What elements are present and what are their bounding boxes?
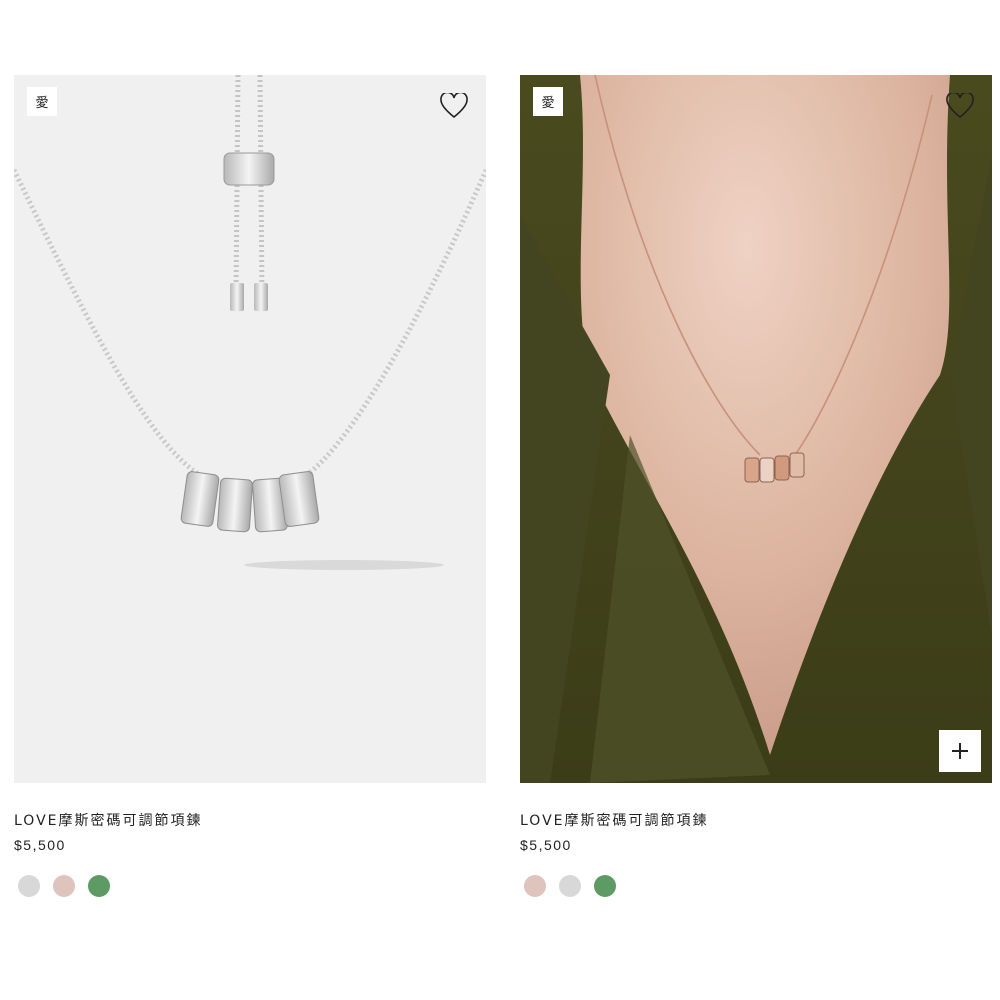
color-swatches — [524, 875, 992, 897]
swatch-rose-gold[interactable] — [524, 875, 546, 897]
product-image[interactable]: 愛 — [520, 75, 992, 783]
wishlist-heart-icon[interactable] — [946, 93, 974, 119]
swatch-rose-gold[interactable] — [53, 875, 75, 897]
color-swatches — [18, 875, 486, 897]
swatch-silver[interactable] — [559, 875, 581, 897]
product-title[interactable]: LOVE摩斯密碼可調節項鍊 — [14, 810, 486, 830]
product-price: $5,500 — [520, 837, 572, 853]
quick-add-button[interactable] — [939, 730, 981, 772]
product-image[interactable]: 愛 — [14, 75, 486, 783]
swatch-green[interactable] — [88, 875, 110, 897]
silver-necklace-photo — [14, 75, 486, 783]
wishlist-heart-icon[interactable] — [440, 93, 468, 119]
badge: 愛 — [27, 87, 57, 116]
product-card[interactable]: 愛 LOVE摩斯密碼可調節項鍊 $5,500 — [14, 75, 486, 897]
plus-icon — [952, 743, 968, 759]
rose-gold-necklace-model-photo — [520, 75, 992, 783]
product-card[interactable]: 愛 LOVE摩斯密碼可調節項鍊 $5,500 — [520, 75, 992, 897]
badge: 愛 — [533, 87, 563, 116]
product-price: $5,500 — [14, 837, 66, 853]
swatch-silver[interactable] — [18, 875, 40, 897]
swatch-green[interactable] — [594, 875, 616, 897]
product-title[interactable]: LOVE摩斯密碼可調節項鍊 — [520, 810, 992, 830]
